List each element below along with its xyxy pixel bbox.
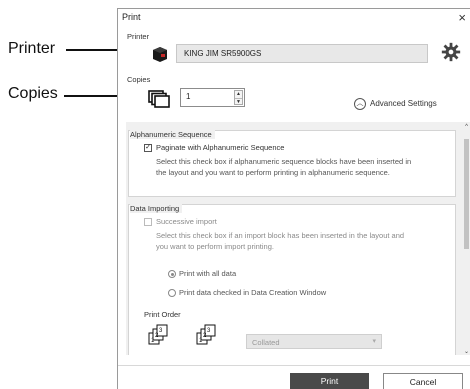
print-button[interactable]: Print [290, 373, 369, 389]
alphanumeric-title: Alphanumeric Sequence [130, 130, 215, 139]
advanced-settings-toggle[interactable]: ︿ Advanced Settings [354, 98, 437, 110]
copies-section-label: Copies [127, 75, 151, 84]
uncollated-order-icon: 1 2 3 [196, 324, 216, 345]
advanced-settings-label: Advanced Settings [370, 99, 437, 109]
scroll-up-icon[interactable]: ^ [463, 124, 470, 130]
successive-import-label[interactable]: Successive import [156, 217, 217, 227]
chevron-up-circle-icon: ︿ [354, 98, 366, 110]
print-dialog: Print × Printer KING JIM SR5900GS Copies… [117, 8, 470, 389]
print-order-select[interactable]: Collated ▾ [246, 334, 382, 349]
scroll-down-icon[interactable]: ⌄ [463, 348, 470, 355]
stepper-down-icon[interactable]: ▼ [235, 98, 242, 105]
paginate-checkbox[interactable]: ✓ [144, 144, 152, 152]
print-order-value: Collated [252, 338, 280, 347]
vertical-scrollbar[interactable]: ^ ⌄ [463, 122, 470, 355]
close-icon[interactable]: × [458, 10, 466, 25]
copies-stepper[interactable]: ▲ ▼ [234, 90, 243, 105]
print-all-data-label[interactable]: Print with all data [179, 269, 236, 279]
data-importing-description-2: you want to perform import printing. [156, 242, 274, 251]
title-bar: Print × [118, 9, 470, 26]
cancel-button[interactable]: Cancel [383, 373, 463, 389]
printer-name-field[interactable]: KING JIM SR5900GS [176, 44, 428, 63]
copies-callout-label: Copies [8, 85, 58, 102]
paginate-checkbox-label[interactable]: Paginate with Alphanumeric Sequence [156, 143, 284, 153]
data-importing-group: Data Importing Successive import Select … [128, 204, 456, 355]
gear-icon[interactable] [440, 41, 462, 63]
alphanumeric-description-1: Select this check box if alphanumeric se… [156, 157, 412, 166]
printer-icon [153, 47, 167, 62]
advanced-settings-panel: Alphanumeric Sequence ✓ Paginate with Al… [126, 122, 470, 355]
collated-order-icon: 1 2 3 [148, 324, 168, 345]
alphanumeric-group: Alphanumeric Sequence ✓ Paginate with Al… [128, 130, 456, 197]
data-importing-description-1: Select this check box if an import block… [156, 231, 405, 240]
successive-import-checkbox[interactable] [144, 218, 152, 226]
window-title: Print [122, 12, 141, 22]
copies-value: 1 [186, 92, 191, 101]
dialog-footer: Print Cancel [118, 365, 470, 389]
printer-callout-label: Printer [8, 40, 56, 57]
data-importing-title: Data Importing [130, 204, 183, 213]
copies-icon [148, 90, 170, 108]
chevron-down-icon: ▾ [372, 338, 376, 345]
scrollbar-thumb[interactable] [464, 139, 469, 249]
print-order-label: Print Order [144, 310, 181, 319]
stepper-up-icon[interactable]: ▲ [235, 91, 242, 98]
print-checked-data-radio[interactable] [168, 289, 176, 297]
print-all-data-radio[interactable] [168, 270, 176, 278]
alphanumeric-description-2: the layout and you want to perform print… [156, 168, 390, 177]
print-checked-data-label[interactable]: Print data checked in Data Creation Wind… [179, 288, 326, 298]
copies-input[interactable]: 1 ▲ ▼ [180, 88, 245, 107]
printer-section-label: Printer [127, 32, 150, 41]
